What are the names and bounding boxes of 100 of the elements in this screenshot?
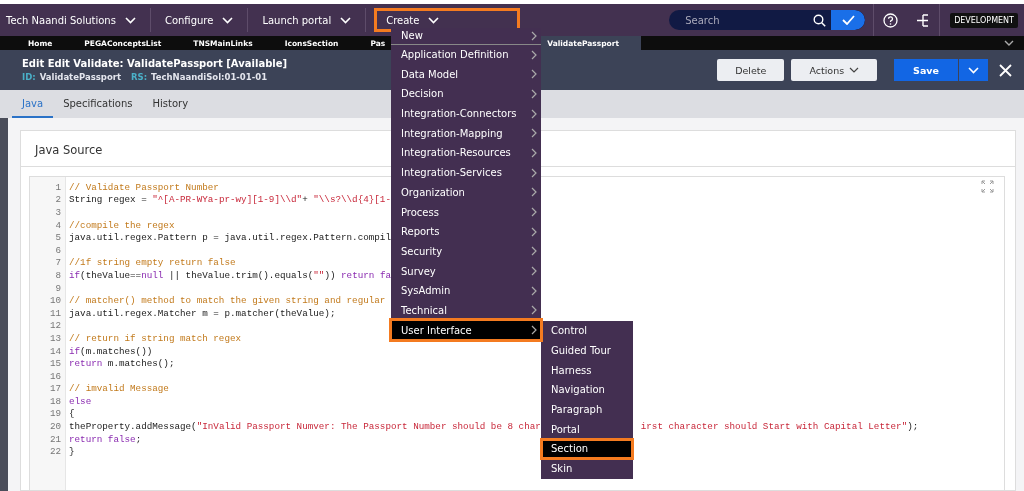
code-line: if(theValue==null || theValue.trim().equals("")) return fa bbox=[68, 269, 391, 281]
line-number: 18 bbox=[48, 395, 62, 407]
code-line: irst character should Start with Capital Letter"); bbox=[640, 421, 919, 433]
line-number: 14 bbox=[48, 345, 62, 357]
chevron-right-icon bbox=[531, 108, 537, 119]
menu-item[interactable]: Reports bbox=[391, 221, 541, 242]
delete-button[interactable]: Delete bbox=[717, 59, 785, 81]
menu-item[interactable]: Technical bbox=[391, 300, 541, 321]
id-label: ID: bbox=[22, 72, 36, 82]
actions-button[interactable]: Actions bbox=[791, 59, 878, 81]
line-number: 13 bbox=[48, 332, 62, 344]
top-menu[interactable]: Configure bbox=[158, 8, 249, 32]
section-tab[interactable]: Specifications bbox=[53, 90, 143, 118]
chevron-right-icon bbox=[531, 69, 537, 80]
menu-item[interactable]: Integration-Resources bbox=[391, 143, 541, 163]
menu-item[interactable]: SysAdmin bbox=[391, 280, 541, 301]
chevron-down-icon bbox=[222, 16, 234, 24]
hierarchy-icon[interactable] bbox=[916, 12, 931, 28]
code-line: } bbox=[68, 446, 75, 458]
code-line: // return if string match regex bbox=[68, 332, 242, 344]
close-icon[interactable] bbox=[999, 63, 1012, 77]
chevron-right-icon bbox=[531, 88, 537, 99]
line-number: 22 bbox=[48, 446, 62, 458]
search-bar[interactable]: Search bbox=[669, 10, 866, 30]
line-number: 6 bbox=[54, 244, 62, 256]
menu-item[interactable]: Control bbox=[541, 321, 633, 341]
menu-item[interactable]: User Interface bbox=[391, 320, 541, 340]
code-line: theProperty.addMessage("InValid Passport Numver: The Passport Number should be 8 char bbox=[68, 421, 541, 433]
code-line: java.util.regex.Pattern p = java.util.regex.Pattern.compil bbox=[68, 232, 391, 244]
code-line: String regex = "^[A-PR-WYa-pr-wy][1-9]\\d"+ "\\s?\\d{4}[1- bbox=[68, 194, 391, 206]
menu-item[interactable]: Process bbox=[391, 202, 541, 222]
menu-item[interactable]: Organization bbox=[391, 182, 541, 203]
chevron-down-icon bbox=[124, 16, 136, 24]
line-number: 2 bbox=[54, 194, 62, 206]
top-menu[interactable]: Tech Naandi Solutions bbox=[0, 8, 151, 32]
menu-item[interactable]: Integration-Connectors bbox=[391, 103, 541, 124]
caret-icon bbox=[968, 66, 979, 74]
code-line: if(m.matches()) bbox=[68, 345, 153, 357]
expand-icon[interactable] bbox=[981, 180, 994, 193]
chevron-down-icon bbox=[428, 16, 440, 24]
line-number: 1 bbox=[54, 181, 62, 193]
menu-item[interactable]: Navigation bbox=[541, 380, 633, 400]
menu-item[interactable]: Application Definition bbox=[391, 44, 541, 65]
id-value: ValidatePassport bbox=[39, 72, 121, 82]
chevron-right-icon bbox=[531, 325, 537, 336]
code-line: //1f string empty return false bbox=[68, 257, 236, 269]
line-number: 10 bbox=[48, 295, 62, 307]
line-number: 4 bbox=[54, 219, 62, 231]
rule-title: Edit Edit Validate: ValidatePassport [Available] bbox=[22, 58, 288, 69]
search-icon bbox=[813, 13, 827, 27]
chevron-right-icon bbox=[531, 128, 537, 139]
menu-item[interactable]: Section bbox=[541, 439, 633, 459]
menu-item[interactable]: Skin bbox=[541, 458, 633, 479]
chevron-right-icon bbox=[531, 285, 537, 296]
menu-item[interactable]: Guided Tour bbox=[541, 340, 633, 361]
menu-item[interactable]: Harness bbox=[541, 360, 633, 381]
help-icon[interactable] bbox=[883, 12, 899, 28]
chevron-right-icon bbox=[531, 147, 537, 158]
chevron-down-icon[interactable] bbox=[1004, 40, 1014, 46]
chevron-right-icon bbox=[531, 187, 537, 198]
line-number: 11 bbox=[48, 307, 62, 319]
chevron-right-icon bbox=[531, 30, 537, 41]
menu-item[interactable]: Security bbox=[391, 241, 541, 262]
menu-item[interactable]: Integration-Mapping bbox=[391, 123, 541, 144]
line-number: 5 bbox=[54, 232, 62, 244]
line-number: 7 bbox=[54, 257, 62, 269]
environment-badge: DEVELOPMENT bbox=[950, 12, 1018, 28]
code-line: return m.matches(); bbox=[68, 358, 175, 370]
line-number: 8 bbox=[54, 269, 62, 281]
menu-item[interactable]: Integration-Services bbox=[391, 162, 541, 183]
menu-item[interactable]: Paragraph bbox=[541, 399, 633, 420]
code-line: else bbox=[68, 395, 92, 407]
section-tab[interactable]: History bbox=[142, 90, 199, 118]
menu-item[interactable]: Decision bbox=[391, 84, 541, 104]
line-number: 15 bbox=[48, 358, 62, 370]
code-line: //compile the regex bbox=[68, 219, 175, 231]
code-line: return false; bbox=[68, 433, 142, 445]
line-number: 12 bbox=[48, 320, 62, 332]
menu-item[interactable]: New bbox=[391, 28, 541, 45]
chevron-right-icon bbox=[531, 246, 537, 257]
chevron-right-icon bbox=[531, 207, 537, 218]
search-field[interactable]: Search bbox=[669, 13, 814, 27]
line-number: 20 bbox=[48, 421, 62, 433]
line-number: 19 bbox=[48, 408, 62, 420]
menu-item[interactable]: Data Model bbox=[391, 64, 541, 85]
chevron-right-icon bbox=[531, 266, 537, 277]
top-menu[interactable]: Launch portal bbox=[256, 8, 367, 32]
line-number: 3 bbox=[54, 207, 62, 218]
checkmark-icon[interactable] bbox=[831, 10, 866, 30]
code-line: { bbox=[68, 408, 75, 420]
menu-item[interactable]: Portal bbox=[541, 419, 633, 440]
rs-label: RS: bbox=[131, 72, 148, 82]
line-number: 16 bbox=[48, 370, 62, 382]
code-line: // imvalid Message bbox=[68, 383, 169, 395]
save-options-button[interactable] bbox=[959, 59, 988, 81]
chevron-right-icon bbox=[531, 305, 537, 316]
save-button[interactable]: Save bbox=[894, 59, 958, 81]
chevron-right-icon bbox=[531, 167, 537, 178]
menu-item[interactable]: Survey bbox=[391, 261, 541, 281]
code-line: // matcher() method to match the given string and regular bbox=[68, 295, 386, 307]
